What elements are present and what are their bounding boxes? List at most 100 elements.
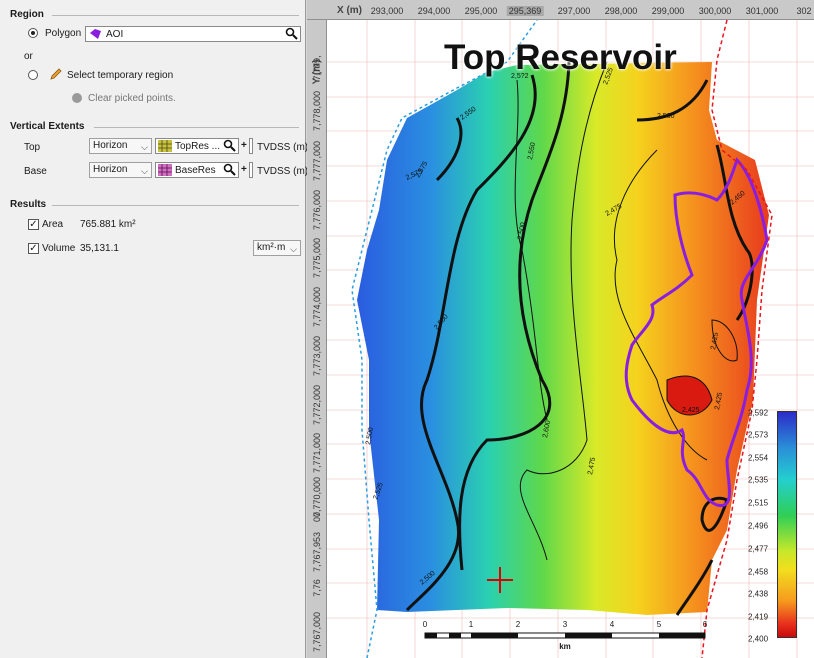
x-ruler[interactable]: X (m) 293,000 294,000 295,000 295,369 29… [307, 0, 814, 20]
magnifier-icon[interactable] [223, 163, 236, 179]
y-tick: 7,776,000 [312, 189, 322, 231]
polygon-value: AOI [106, 29, 124, 40]
base-type-value: Horizon [93, 164, 128, 175]
legend-tick: 2,573 [748, 430, 769, 440]
or-label: or [24, 51, 33, 62]
y-tick: 7,777,000 [312, 140, 322, 182]
polygon-icon [89, 28, 103, 43]
map-canvas[interactable]: 2,5?2 2,550 2,575 2,525 2,500 2,550 2,50… [307, 0, 814, 658]
y-cursor-tick: 7,767,953 [312, 531, 322, 573]
volume-label: Volume [42, 243, 76, 254]
x-tick: 301,000 [745, 6, 779, 16]
legend-tick: 2,419 [748, 612, 769, 622]
legend-tick: 2,554 [748, 453, 769, 463]
y-tick: 7,771,000 [312, 432, 322, 474]
magnifier-icon[interactable] [285, 27, 298, 43]
temporary-region-radio[interactable] [28, 70, 38, 80]
top-label: Top [24, 142, 41, 153]
color-legend [777, 411, 797, 638]
x-tick: 294,000 [417, 6, 451, 16]
chevron-down-icon: ⌵ [141, 142, 148, 152]
scale-unit-label: km [559, 642, 571, 651]
legend-tick: 2,515 [748, 498, 769, 508]
horizon-surface [357, 62, 769, 615]
volume-unit-value: km²·m [257, 242, 286, 253]
top-horizon-input[interactable]: TopRes ... [155, 138, 239, 154]
divider [52, 205, 299, 206]
map-view[interactable]: 2,5?2 2,550 2,575 2,525 2,500 2,550 2,50… [307, 0, 814, 658]
y-tick: 7,774,000 [312, 286, 322, 328]
clear-picked-points[interactable]: Clear picked points. [88, 93, 176, 104]
y-tick: 7,778,000 [312, 90, 322, 132]
y-ruler[interactable]: Y (m) 7,779, 7,778,000 7,777,000 7,776,0… [307, 20, 327, 658]
grid-icon [158, 140, 172, 155]
base-label: Base [24, 166, 47, 177]
legend-tick: 2,496 [748, 521, 769, 531]
x-tick: 297,000 [557, 6, 591, 16]
map-title: Top Reservoir [444, 38, 677, 77]
scale-tick: 3 [562, 620, 568, 629]
temporary-region-label: Select temporary region [67, 70, 174, 81]
divider [52, 15, 299, 16]
magnifier-icon[interactable] [223, 139, 236, 155]
top-offset-input[interactable] [249, 138, 253, 154]
x-cursor-tick: 295,369 [506, 6, 544, 16]
x-tick: 293,000 [370, 6, 404, 16]
chevron-down-icon: ⌵ [141, 166, 148, 176]
plus-label: + [241, 140, 247, 151]
x-tick: 295,000 [464, 6, 498, 16]
polygon-input[interactable]: AOI [85, 26, 301, 42]
pencil-icon [49, 67, 63, 84]
area-label: Area [42, 219, 64, 230]
region-panel: Region Polygon AOI or Select temporary r… [0, 0, 309, 658]
volume-checkbox[interactable]: ✓ [28, 243, 39, 254]
results-title: Results [10, 199, 47, 210]
legend-tick: 2,477 [748, 544, 769, 554]
base-offset-input[interactable] [249, 162, 253, 178]
area-value: 765.881 km² [80, 219, 136, 230]
scale-tick: 2 [515, 620, 521, 629]
contour-label: 2,500 [657, 113, 675, 120]
top-type-dropdown[interactable]: Horizon ⌵ [89, 138, 152, 154]
top-unit-label: TVDSS (m) [257, 142, 309, 153]
x-axis-label: X (m) [337, 5, 362, 16]
top-type-value: Horizon [93, 140, 128, 151]
volume-value: 35,131.1 [80, 243, 119, 254]
top-horizon-value: TopRes ... [175, 141, 221, 152]
scale-bar: 0 1 2 3 4 5 6 km [422, 620, 722, 656]
x-tick: 300,000 [698, 6, 732, 16]
volume-unit-dropdown[interactable]: km²·m ⌵ [253, 240, 301, 256]
base-horizon-input[interactable]: BaseRes [155, 162, 239, 178]
divider [94, 127, 299, 128]
scale-tick: 6 [702, 620, 708, 629]
y-tick: 7,775,000 [312, 237, 322, 279]
legend-tick: 2,400 [748, 634, 769, 644]
plus-label: + [241, 164, 247, 175]
base-type-dropdown[interactable]: Horizon ⌵ [89, 162, 152, 178]
y-tick: 7,779, [312, 55, 322, 81]
vertical-extents-title: Vertical Extents [10, 121, 85, 132]
y-tick: 00 [312, 511, 322, 523]
polygon-radio[interactable] [28, 28, 38, 38]
y-tick: 7,76 [312, 579, 322, 597]
y-tick: 7,773,000 [312, 335, 322, 377]
legend-tick: 2,535 [748, 475, 769, 485]
grid-icon [158, 164, 172, 179]
x-tick: 299,000 [651, 6, 685, 16]
contour-label: 2,425 [682, 407, 700, 414]
chevron-down-icon: ⌵ [290, 244, 297, 254]
legend-tick: 2,438 [748, 589, 769, 599]
base-horizon-value: BaseRes [175, 165, 216, 176]
clear-points-icon [72, 93, 82, 103]
area-checkbox[interactable]: ✓ [28, 219, 39, 230]
scale-tick: 1 [468, 620, 474, 629]
legend-tick: 2,592 [748, 408, 769, 418]
base-unit-label: TVDSS (m) [257, 166, 309, 177]
y-tick: 7,772,000 [312, 384, 322, 426]
x-tick: 302 [796, 6, 812, 16]
scale-tick: 4 [609, 620, 615, 629]
x-tick: 298,000 [604, 6, 638, 16]
polygon-label: Polygon [45, 28, 82, 39]
y-tick: 7,767,000 [312, 611, 322, 653]
scale-tick: 0 [422, 620, 428, 629]
